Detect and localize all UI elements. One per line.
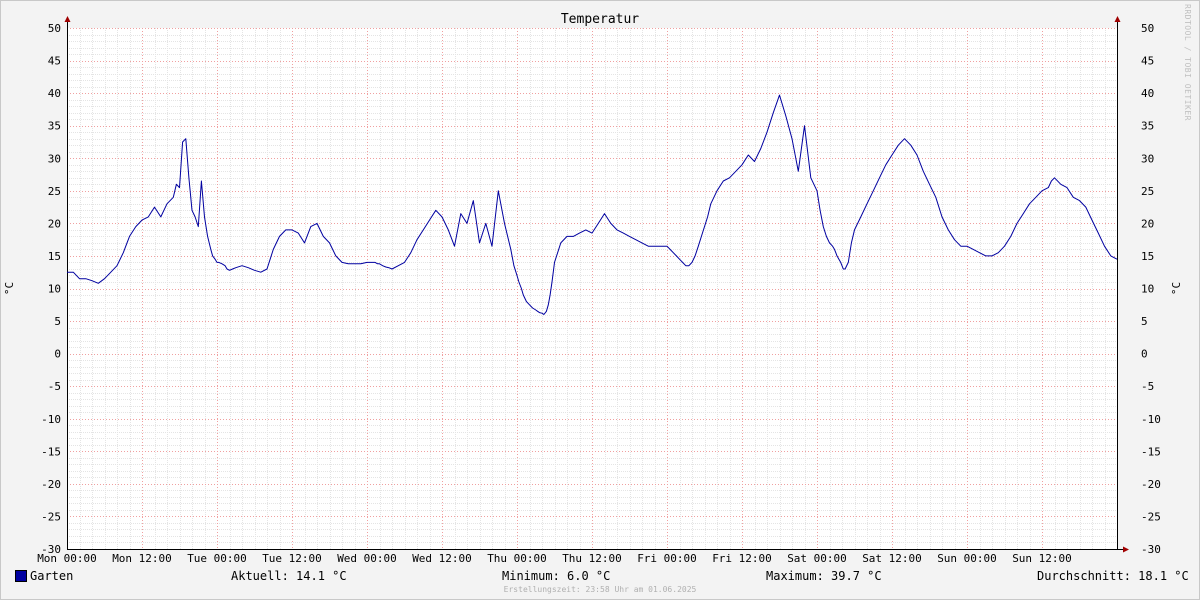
legend-minimum: Minimum: 6.0 °C [502,569,611,583]
y-tick-label-right: -20 [1141,478,1161,491]
y-tick-label-left: 40 [48,87,61,100]
y-tick-label-left: 30 [48,152,61,165]
x-tick-label: Tue 00:00 [187,552,247,565]
legend-current: Aktuell: 14.1 °C [231,569,347,583]
y-tick-label-right: 35 [1141,120,1154,133]
x-tick-label: Mon 12:00 [112,552,172,565]
y-tick-label-left: 35 [48,120,61,133]
y-tick-label-left: 5 [54,315,61,328]
y-tick-label-right: -30 [1141,543,1161,556]
x-tick-label: Fri 00:00 [637,552,697,565]
legend-average: Durchschnitt: 18.1 °C [1037,569,1189,583]
y-tick-label-left: 50 [48,22,61,35]
y-tick-label-left: -25 [41,510,61,523]
x-tick-label: Fri 12:00 [712,552,772,565]
y-tick-label-right: 15 [1141,250,1154,263]
y-tick-label-right: 45 [1141,55,1154,68]
x-tick-label: Thu 00:00 [487,552,547,565]
x-tick-label: Tue 12:00 [262,552,322,565]
y-tick-label-right: 40 [1141,87,1154,100]
y-tick-label-left: -20 [41,478,61,491]
y-tick-label-right: 10 [1141,283,1154,296]
y-tick-label-left: -5 [48,380,61,393]
y-tick-label-right: 30 [1141,152,1154,165]
y-tick-label-right: 5 [1141,315,1148,328]
legend-maximum: Maximum: 39.7 °C [766,569,882,583]
y-tick-label-right: 50 [1141,22,1154,35]
x-tick-label: Wed 12:00 [412,552,472,565]
y-tick-label-left: 10 [48,283,61,296]
legend-series-name: Garten [30,569,74,583]
y-axis-arrow-left [64,16,71,22]
y-tick-label-right: -15 [1141,445,1161,458]
x-axis-arrow [1123,546,1129,553]
y-tick-label-left: 25 [48,185,61,198]
x-tick-label: Sun 12:00 [1012,552,1072,565]
x-tick-label: Thu 12:00 [562,552,622,565]
x-tick-label: Mon 00:00 [37,552,97,565]
y-tick-label-left: 20 [48,217,61,230]
y-tick-label-left: 15 [48,250,61,263]
y-axis-label-left: °C [3,282,16,295]
y-tick-label-right: 20 [1141,217,1154,230]
y-tick-label-right: 0 [1141,348,1148,361]
y-tick-label-left: 45 [48,55,61,68]
x-tick-label: Sat 12:00 [862,552,922,565]
x-tick-label: Sat 00:00 [787,552,847,565]
x-tick-label: Wed 00:00 [337,552,397,565]
x-tick-label: Sun 00:00 [937,552,997,565]
y-tick-label-left: -10 [41,413,61,426]
y-tick-label-right: 25 [1141,185,1154,198]
created-timestamp: Erstellungszeit: 23:58 Uhr am 01.06.2025 [503,585,697,594]
y-tick-label-right: -25 [1141,510,1161,523]
y-tick-label-right: -10 [1141,413,1161,426]
y-axis-label-right: °C [1170,282,1183,295]
chart-plot: 50 5045 4540 4035 3530 3025 2520 2015 1510 105 50 0… [3,16,1183,565]
y-tick-label-left: -15 [41,445,61,458]
y-tick-label-left: 0 [54,348,61,361]
y-axis-arrow-right [1114,16,1121,22]
y-tick-label-right: -5 [1141,380,1154,393]
legend-swatch [15,570,27,582]
